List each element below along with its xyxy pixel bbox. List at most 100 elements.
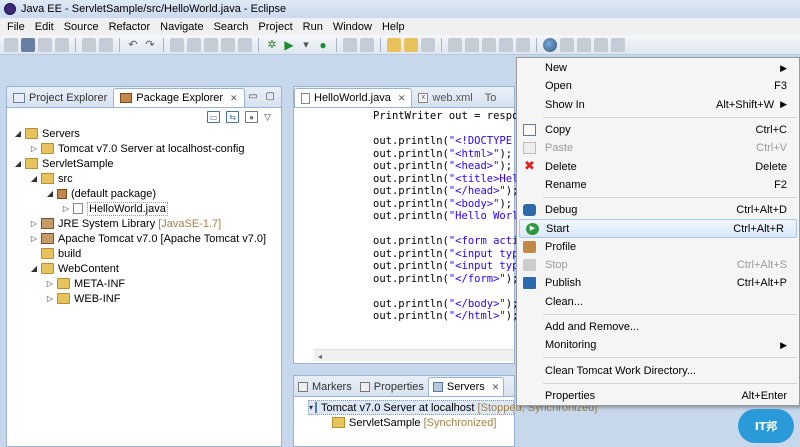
focus-task-icon[interactable]: ● (245, 111, 259, 123)
menu-item-start[interactable]: ▶ Start Ctrl+Alt+R (519, 219, 797, 238)
menu-item-monitoring[interactable]: Monitoring ▶ (517, 336, 799, 354)
menu-refactor[interactable]: Refactor (104, 21, 156, 33)
menu-item-new[interactable]: New ▶ (517, 59, 799, 77)
new-server-icon[interactable] (343, 37, 357, 52)
menu-run[interactable]: Run (298, 21, 328, 33)
open-task-icon[interactable] (99, 37, 113, 52)
open-type-icon[interactable] (82, 37, 96, 52)
close-icon[interactable]: ✕ (398, 93, 406, 104)
skip-breakpoints-icon[interactable] (170, 37, 184, 52)
menu-item-rename[interactable]: Rename F2 (517, 176, 799, 194)
tree-item[interactable]: ◢ ServletSample (13, 156, 281, 171)
tab-servers[interactable]: Servers ✕ (427, 377, 505, 396)
expand-icon[interactable]: ▷ (29, 234, 39, 243)
step-over-icon[interactable] (238, 37, 252, 52)
expand-icon[interactable]: ▷ (29, 144, 39, 153)
collapse-icon[interactable]: ◢ (13, 129, 23, 138)
menu-item-stop[interactable]: Stop Ctrl+Alt+S (517, 256, 799, 274)
menu-item-show-in[interactable]: Show In Alt+Shift+W ▶ (517, 96, 799, 114)
expand-icon[interactable]: ▷ (29, 219, 39, 228)
next-annotation-icon[interactable] (560, 37, 574, 52)
expanded-icon[interactable]: ▾ (309, 403, 313, 412)
forward-icon[interactable] (611, 37, 625, 52)
tab-markers[interactable]: Markers (294, 377, 356, 396)
menu-edit[interactable]: Edit (30, 21, 59, 33)
menu-item-publish[interactable]: Publish Ctrl+Alt+P (517, 274, 799, 292)
link-editor-icon[interactable]: ⇆ (226, 111, 240, 123)
redo-icon[interactable]: ↷ (143, 38, 157, 52)
search-tool-icon[interactable] (421, 37, 435, 52)
menu-item-add-and-remove[interactable]: Add and Remove... (517, 318, 799, 336)
open-folder-icon[interactable] (387, 37, 401, 52)
code-editor[interactable]: PrintWriter out = respons out.println("<!… (294, 108, 531, 323)
menu-source[interactable]: Source (59, 21, 104, 33)
menu-window[interactable]: Window (328, 21, 377, 33)
collapse-icon[interactable]: ◢ (45, 189, 55, 198)
suspend-icon[interactable] (187, 37, 201, 52)
tab-web-xml[interactable]: x web.xml (412, 88, 478, 107)
tab-tomcat[interactable]: To (479, 88, 503, 107)
tree-item[interactable]: ◢ Servers (13, 126, 281, 141)
horizontal-scrollbar[interactable]: ◂ (314, 349, 514, 361)
menu-help[interactable]: Help (377, 21, 410, 33)
annotation-icon[interactable] (448, 37, 462, 52)
save-icon[interactable] (21, 37, 35, 52)
tab-project-explorer[interactable]: Project Explorer (7, 88, 113, 107)
tree-item[interactable]: ▷ Apache Tomcat v7.0 [Apache Tomcat v7.0] (13, 231, 281, 246)
tree-item[interactable]: ▷ WEB-INF (13, 291, 281, 306)
tree-item[interactable]: ▷ META-INF (13, 276, 281, 291)
block-selection-icon[interactable] (499, 37, 513, 52)
new-icon[interactable] (4, 37, 18, 52)
tree-item[interactable]: ▷ JRE System Library [JavaSE-1.7] (13, 216, 281, 231)
menu-project[interactable]: Project (253, 21, 297, 33)
tab-package-explorer[interactable]: Package Explorer ✕ (113, 88, 245, 107)
minimize-icon[interactable]: ▭ (248, 91, 257, 102)
expand-icon[interactable]: ▷ (61, 204, 71, 213)
external-tools-icon[interactable]: ● (316, 38, 330, 52)
menu-item-copy[interactable]: Copy Ctrl+C (517, 121, 799, 139)
collapse-icon[interactable]: ◢ (29, 264, 39, 273)
tree-item[interactable]: ◢ WebContent (13, 261, 281, 276)
show-whitespace-icon[interactable] (516, 37, 530, 52)
tab-properties[interactable]: Properties (356, 377, 428, 396)
server-module-row[interactable]: ServletSample [Synchronized] (308, 415, 514, 430)
tab-helloworld-java[interactable]: HelloWorld.java ✕ (294, 88, 413, 107)
tree-item[interactable]: build (13, 246, 281, 261)
menu-item-clean-tomcat-work-directory[interactable]: Clean Tomcat Work Directory... (517, 361, 799, 379)
expand-icon[interactable]: ▷ (45, 279, 55, 288)
run-dropdown-icon[interactable]: ▾ (299, 38, 313, 52)
new-class-icon[interactable] (360, 37, 374, 52)
collapse-all-icon[interactable]: ▭ (207, 111, 221, 123)
close-icon[interactable]: ✕ (492, 382, 500, 393)
menu-item-open[interactable]: Open F3 (517, 77, 799, 95)
menu-item-properties[interactable]: Properties Alt+Enter (517, 387, 799, 405)
collapse-icon[interactable]: ◢ (29, 174, 39, 183)
globe-icon[interactable] (543, 37, 557, 52)
step-into-icon[interactable] (221, 37, 235, 52)
prev-annotation-icon[interactable] (577, 37, 591, 52)
tree-item[interactable]: ▷ Tomcat v7.0 Server at localhost-config (13, 141, 281, 156)
scroll-left-icon[interactable]: ◂ (314, 352, 322, 361)
tree-item[interactable]: ◢ src (13, 171, 281, 186)
menu-item-paste[interactable]: Paste Ctrl+V (517, 139, 799, 157)
tree-item[interactable]: ▷ HelloWorld.java (13, 201, 281, 216)
undo-icon[interactable]: ↶ (126, 38, 140, 52)
menu-item-delete[interactable]: ✖ Delete Delete (517, 157, 799, 175)
collapse-icon[interactable]: ◢ (13, 159, 23, 168)
menu-file[interactable]: File (2, 21, 30, 33)
maximize-icon[interactable]: ▢ (266, 91, 275, 102)
open-project-icon[interactable] (404, 37, 418, 52)
tree-item[interactable]: ◢ (default package) (13, 186, 281, 201)
pin-icon[interactable] (465, 37, 479, 52)
menu-item-debug[interactable]: Debug Ctrl+Alt+D (517, 201, 799, 219)
menu-search[interactable]: Search (209, 21, 254, 33)
save-all-icon[interactable] (38, 37, 52, 52)
terminate-icon[interactable] (204, 37, 218, 52)
view-menu-icon[interactable]: ▽ (264, 112, 271, 123)
debug-gear-icon[interactable]: ✲ (265, 38, 279, 52)
menu-item-profile[interactable]: Profile (517, 238, 799, 256)
run-icon[interactable]: ▶ (282, 38, 296, 52)
menu-navigate[interactable]: Navigate (155, 21, 208, 33)
back-icon[interactable] (594, 37, 608, 52)
print-icon[interactable] (55, 37, 69, 52)
